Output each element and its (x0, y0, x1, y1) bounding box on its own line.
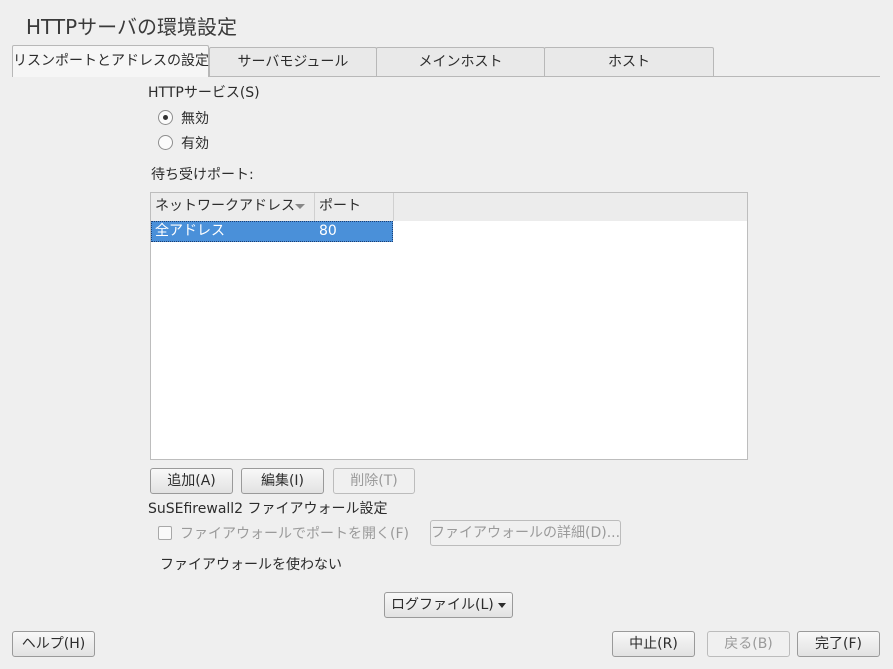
firewall-details-button[interactable]: ファイアウォールの詳細(D)... (430, 520, 621, 546)
tab-server-modules[interactable]: サーバモジュール (209, 47, 377, 77)
radio-enabled[interactable] (158, 135, 173, 150)
listen-ports-label: 待ち受けポート: (151, 167, 254, 183)
help-button[interactable]: ヘルプ(H) (12, 631, 95, 657)
radio-disabled[interactable] (158, 110, 173, 125)
tab-main-host[interactable]: メインホスト (376, 47, 545, 77)
abort-button[interactable]: 中止(R) (612, 631, 695, 657)
window-title: HTTPサーバの環境設定 (26, 15, 237, 39)
radio-disabled-label[interactable]: 無効 (181, 108, 209, 128)
sort-down-icon (295, 204, 305, 209)
column-header-port[interactable]: ポート (315, 193, 394, 221)
edit-button[interactable]: 編集(I) (241, 468, 324, 494)
finish-button[interactable]: 完了(F) (797, 631, 880, 657)
cell-port: 80 (319, 223, 337, 239)
back-button[interactable]: 戻る(B) (707, 631, 790, 657)
cell-address: 全アドレス (155, 223, 225, 239)
column-header-address[interactable]: ネットワークアドレス (151, 193, 315, 221)
radio-enabled-label[interactable]: 有効 (181, 133, 209, 153)
open-port-checkbox[interactable] (158, 526, 172, 540)
tab-listen-ports[interactable]: リスンポートとアドレスの設定 (12, 45, 209, 77)
open-port-label[interactable]: ファイアウォールでポートを開く(F) (180, 523, 409, 543)
firewall-status-text: ファイアウォールを使わない (160, 557, 342, 573)
tab-hosts[interactable]: ホスト (544, 47, 714, 77)
delete-button[interactable]: 削除(T) (333, 468, 415, 494)
firewall-heading: SuSEfirewall2 ファイアウォール設定 (148, 501, 388, 517)
log-files-button[interactable]: ログファイル(L) (384, 592, 513, 618)
add-button[interactable]: 追加(A) (150, 468, 233, 494)
http-service-label: HTTPサービス(S) (148, 85, 260, 101)
dropdown-arrow-icon (498, 603, 506, 608)
